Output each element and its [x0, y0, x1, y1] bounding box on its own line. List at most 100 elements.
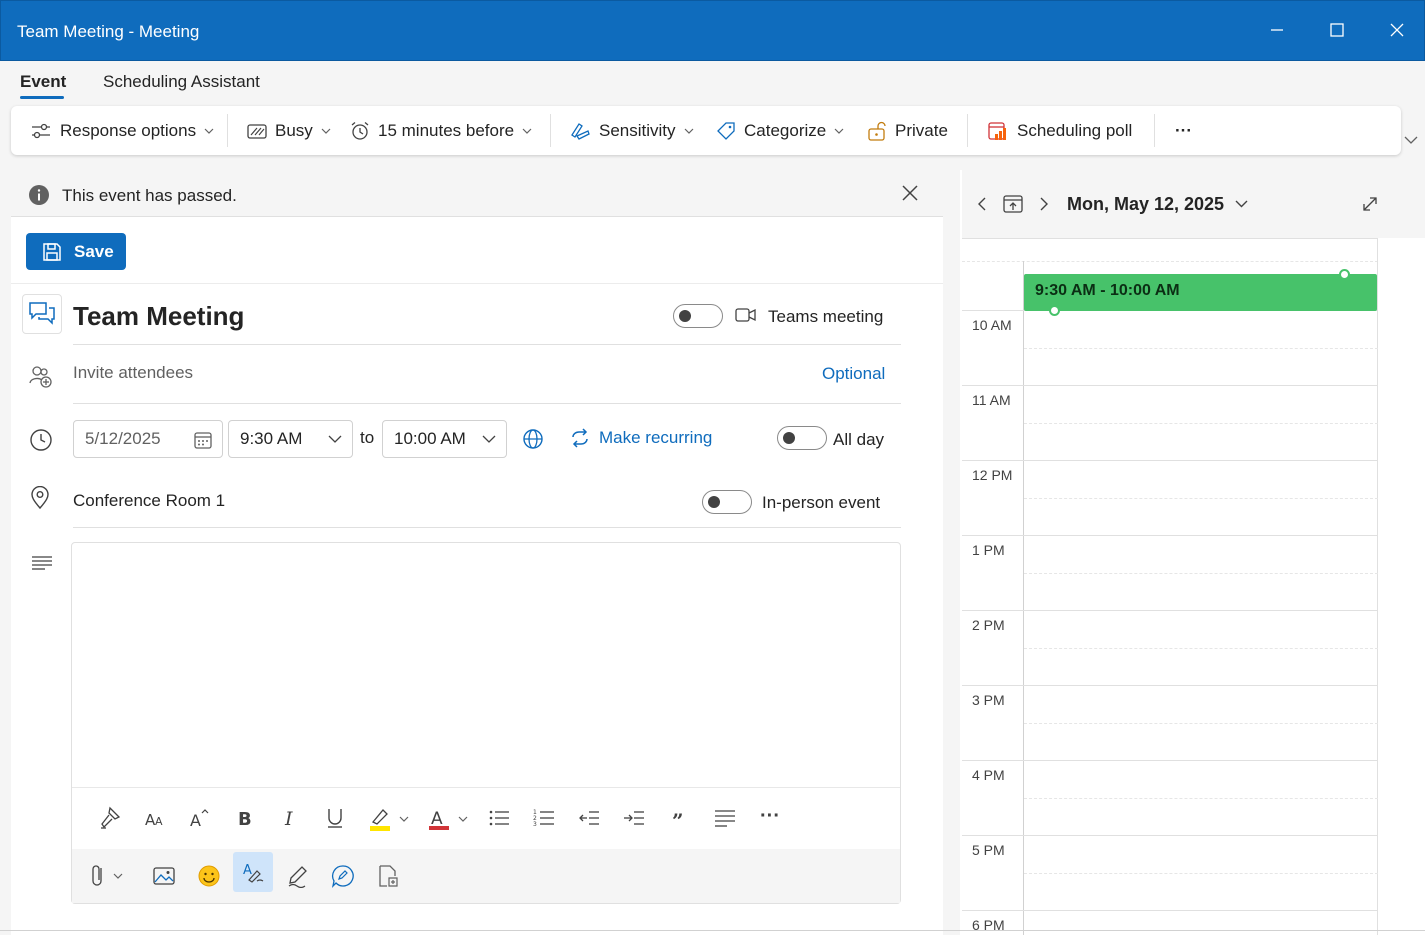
meeting-type-icon[interactable] [22, 294, 62, 334]
hour-label: 2 PM [972, 617, 1005, 633]
emoji-button[interactable] [197, 864, 221, 888]
numbering-button[interactable]: 123 [532, 806, 556, 830]
font-button[interactable]: AA [143, 806, 167, 830]
align-button[interactable] [713, 806, 737, 830]
tab-scheduling-assistant[interactable]: Scheduling Assistant [103, 72, 260, 92]
hour-label: 12 PM [972, 467, 1013, 483]
format-painter-button[interactable] [98, 806, 122, 830]
sensitivity-icon [571, 122, 590, 140]
teams-meeting-toggle[interactable] [673, 304, 723, 328]
font-size-increase-icon: A [190, 809, 209, 830]
bold-button[interactable]: B [233, 806, 257, 830]
svg-text:3: 3 [533, 821, 537, 828]
scheduling-poll-button[interactable]: Scheduling poll [987, 106, 1132, 155]
editor-button[interactable]: A [233, 852, 273, 892]
sensitivity-button[interactable]: Sensitivity [569, 106, 694, 155]
in-person-toggle[interactable] [702, 490, 752, 514]
close-window-button[interactable] [1382, 15, 1412, 45]
hour-line [962, 460, 1378, 461]
divider [73, 344, 901, 345]
align-left-icon [715, 810, 735, 827]
start-time-dropdown[interactable]: 9:30 AM [228, 420, 353, 458]
highlight-button[interactable] [368, 806, 410, 832]
half-hour-line [1024, 498, 1378, 499]
format-toolbar: AA A B I A 123 ” ··· [72, 787, 900, 849]
hour-line [962, 760, 1378, 761]
chevron-down-icon [321, 128, 331, 134]
calendar-date-label[interactable]: Mon, May 12, 2025 [1067, 194, 1224, 215]
half-hour-line [962, 261, 1378, 262]
expand-icon[interactable] [1361, 195, 1379, 213]
dismiss-banner-icon[interactable] [901, 184, 919, 202]
end-time-dropdown[interactable]: 10:00 AM [382, 420, 507, 458]
hour-label: 4 PM [972, 767, 1005, 783]
quote-button[interactable]: ” [667, 806, 691, 830]
invite-attendees-input[interactable]: Invite attendees [73, 363, 193, 383]
chevron-down-icon [328, 435, 342, 443]
font-size-button[interactable]: A [188, 806, 212, 830]
event-resize-handle-bottom[interactable] [1049, 305, 1060, 316]
response-options-button[interactable]: Response options [30, 106, 214, 155]
all-day-toggle[interactable] [777, 426, 827, 450]
half-hour-line [1024, 723, 1378, 724]
font-color-icon: A [429, 809, 468, 830]
italic-button[interactable]: I [278, 806, 302, 830]
half-hour-line [1024, 798, 1378, 799]
emoji-icon [198, 865, 220, 887]
half-hour-line [1024, 423, 1378, 424]
previous-day-icon[interactable] [976, 196, 988, 212]
ribbon-toolbar: Response options Busy 15 minutes before … [11, 106, 1401, 155]
hour-line [962, 385, 1378, 386]
event-resize-handle-top[interactable] [1339, 269, 1350, 280]
more-formatting-button[interactable]: ··· [758, 802, 782, 830]
decrease-indent-icon [579, 811, 599, 825]
globe-timezone-icon[interactable] [522, 428, 544, 450]
hour-line [962, 610, 1378, 611]
ribbon-divider [227, 114, 228, 147]
chevron-down-icon[interactable] [1235, 200, 1248, 208]
decrease-indent-button[interactable] [577, 806, 601, 830]
ribbon-divider [550, 114, 551, 147]
make-recurring-button[interactable]: Make recurring [569, 428, 712, 448]
font-icon: AA [145, 811, 163, 829]
highlighter-icon [370, 809, 409, 831]
event-form: This event has passed. Save Team Meeting… [11, 170, 943, 935]
bullets-button[interactable] [487, 806, 511, 830]
date-picker[interactable]: 5/12/2025 [73, 420, 223, 458]
event-title[interactable]: Team Meeting [73, 301, 244, 332]
next-day-icon[interactable] [1038, 196, 1050, 212]
banner-text: This event has passed. [62, 186, 237, 205]
more-options-button[interactable]: ··· [1175, 106, 1192, 155]
optional-attendees-link[interactable]: Optional [822, 364, 885, 384]
maximize-button[interactable] [1322, 15, 1352, 45]
categorize-button[interactable]: Categorize [716, 106, 844, 155]
apps-button[interactable] [376, 864, 400, 888]
calendar-grid[interactable]: 10 AM 11 AM 12 PM 1 PM 2 PM 3 PM 4 PM 5 … [962, 238, 1378, 935]
body-editor[interactable]: AA A B I A 123 ” ··· A [71, 542, 901, 904]
increase-indent-button[interactable] [622, 806, 646, 830]
italic-icon: I [284, 808, 293, 830]
expand-ribbon-chevron-icon[interactable] [1404, 136, 1418, 145]
go-to-today-icon[interactable] [1003, 194, 1023, 214]
underline-button[interactable] [323, 806, 347, 830]
attach-file-button[interactable] [88, 863, 128, 889]
minimize-button[interactable] [1262, 15, 1292, 45]
font-color-button[interactable]: A [427, 806, 469, 832]
copilot-chat-button[interactable] [331, 864, 355, 888]
info-icon [29, 185, 49, 205]
location-input[interactable]: Conference Room 1 [73, 491, 225, 511]
show-as-button[interactable]: Busy [247, 106, 331, 155]
reminder-button[interactable]: 15 minutes before [350, 106, 532, 155]
draw-button[interactable] [286, 864, 310, 888]
text-align-icon [32, 556, 52, 570]
half-hour-line [1024, 648, 1378, 649]
window-bottom-border [0, 930, 1425, 931]
hour-label: 1 PM [972, 542, 1005, 558]
format-painter-icon [101, 806, 121, 829]
save-button[interactable]: Save [26, 233, 126, 270]
day-calendar-pane: Mon, May 12, 2025 10 AM 11 AM 12 PM 1 PM… [962, 170, 1425, 935]
tab-event[interactable]: Event [20, 72, 66, 92]
private-button[interactable]: Private [867, 106, 948, 155]
insert-picture-button[interactable] [152, 864, 176, 888]
calendar-event-block[interactable]: 9:30 AM - 10:00 AM [1024, 274, 1377, 311]
